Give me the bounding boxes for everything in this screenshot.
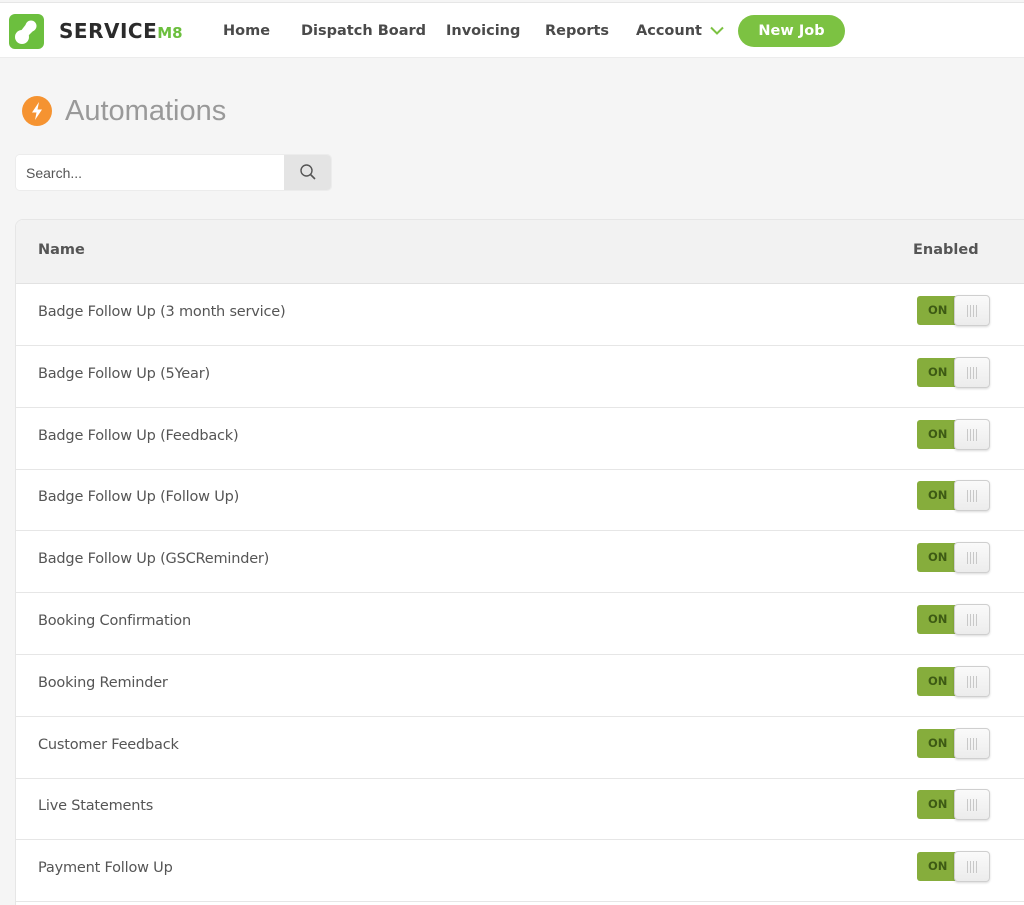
- grip-icon: [967, 737, 978, 750]
- column-header-name[interactable]: Name: [38, 242, 85, 258]
- search-input[interactable]: [16, 155, 284, 190]
- table-row[interactable]: Payment Follow Up ON: [16, 840, 1024, 903]
- new-job-button[interactable]: New Job: [738, 15, 845, 47]
- grip-icon: [967, 490, 978, 503]
- automation-name[interactable]: Booking Confirmation: [38, 613, 191, 629]
- enabled-toggle[interactable]: ON: [917, 851, 990, 883]
- nav-home[interactable]: Home: [223, 20, 270, 42]
- top-navigation-bar: SERVICEM8 Home Dispatch Board Invoicing …: [0, 2, 1024, 58]
- grip-icon: [967, 366, 978, 379]
- grip-icon: [967, 861, 978, 874]
- column-header-enabled[interactable]: Enabled: [913, 242, 979, 258]
- grip-icon: [967, 675, 978, 688]
- toggle-knob[interactable]: [954, 356, 990, 388]
- automation-name[interactable]: Badge Follow Up (Follow Up): [38, 489, 239, 505]
- enabled-toggle[interactable]: ON: [917, 418, 990, 451]
- grip-icon: [967, 552, 978, 565]
- toggle-knob[interactable]: [954, 789, 990, 821]
- grip-icon: [967, 428, 978, 441]
- table-row[interactable]: Booking Confirmation ON: [16, 593, 1024, 655]
- table-row[interactable]: Badge Follow Up (3 month service) ON: [16, 284, 1024, 346]
- logo-suffix: M8: [157, 24, 183, 42]
- chevron-down-icon: [710, 20, 724, 42]
- nav-account[interactable]: Account: [636, 20, 724, 42]
- search-bar: [15, 154, 332, 191]
- grip-icon: [967, 614, 978, 626]
- search-icon: [300, 164, 316, 180]
- toggle-knob[interactable]: [954, 542, 990, 574]
- grip-icon: [967, 305, 978, 317]
- table-row[interactable]: Live Statements ON: [16, 778, 1024, 841]
- automation-name[interactable]: Badge Follow Up (Feedback): [38, 428, 239, 444]
- automation-name[interactable]: Live Statements: [38, 798, 153, 814]
- table-row[interactable]: Badge Follow Up (5Year) ON: [16, 346, 1024, 408]
- enabled-toggle[interactable]: ON: [917, 789, 990, 821]
- toggle-knob[interactable]: [954, 418, 990, 450]
- toggle-knob[interactable]: [954, 295, 990, 326]
- enabled-toggle[interactable]: ON: [917, 356, 990, 389]
- search-button[interactable]: [284, 155, 331, 190]
- automation-name[interactable]: Badge Follow Up (3 month service): [38, 304, 286, 320]
- automations-table: Name Enabled Badge Follow Up (3 month se…: [15, 219, 1024, 905]
- enabled-toggle[interactable]: ON: [917, 295, 990, 327]
- toggle-knob[interactable]: [954, 480, 990, 512]
- grip-icon: [967, 799, 978, 812]
- table-row[interactable]: Customer Feedback ON: [16, 717, 1024, 779]
- nav-dispatch-board[interactable]: Dispatch Board: [301, 20, 426, 42]
- enabled-toggle[interactable]: ON: [917, 665, 990, 698]
- automation-name[interactable]: Booking Reminder: [38, 675, 168, 691]
- toggle-knob[interactable]: [954, 851, 990, 883]
- lightning-bolt-icon: [22, 96, 52, 126]
- table-header: Name Enabled: [16, 220, 1024, 284]
- toggle-knob[interactable]: [954, 727, 990, 759]
- toggle-knob[interactable]: [954, 604, 990, 635]
- automation-name[interactable]: Customer Feedback: [38, 737, 179, 753]
- enabled-toggle[interactable]: ON: [917, 480, 990, 512]
- table-row[interactable]: Badge Follow Up (Follow Up) ON: [16, 469, 1024, 532]
- table-row[interactable]: Badge Follow Up (GSCReminder) ON: [16, 531, 1024, 594]
- logo-wordmark: SERVICE: [59, 19, 158, 43]
- servicem8-logo-icon[interactable]: [9, 14, 44, 49]
- servicem8-logo-text[interactable]: SERVICEM8: [59, 19, 183, 43]
- enabled-toggle[interactable]: ON: [917, 604, 990, 636]
- toggle-knob[interactable]: [954, 665, 990, 697]
- nav-invoicing[interactable]: Invoicing: [446, 20, 520, 42]
- automation-name[interactable]: Badge Follow Up (5Year): [38, 366, 210, 382]
- nav-reports[interactable]: Reports: [545, 20, 609, 42]
- page-title: Automations: [65, 95, 227, 127]
- table-row[interactable]: Badge Follow Up (Feedback) ON: [16, 408, 1024, 470]
- table-row[interactable]: Booking Reminder ON: [16, 655, 1024, 717]
- nav-account-label: Account: [636, 23, 702, 39]
- enabled-toggle[interactable]: ON: [917, 542, 990, 574]
- automation-name[interactable]: Badge Follow Up (GSCReminder): [38, 551, 269, 567]
- enabled-toggle[interactable]: ON: [917, 727, 990, 760]
- automation-name[interactable]: Payment Follow Up: [38, 860, 173, 876]
